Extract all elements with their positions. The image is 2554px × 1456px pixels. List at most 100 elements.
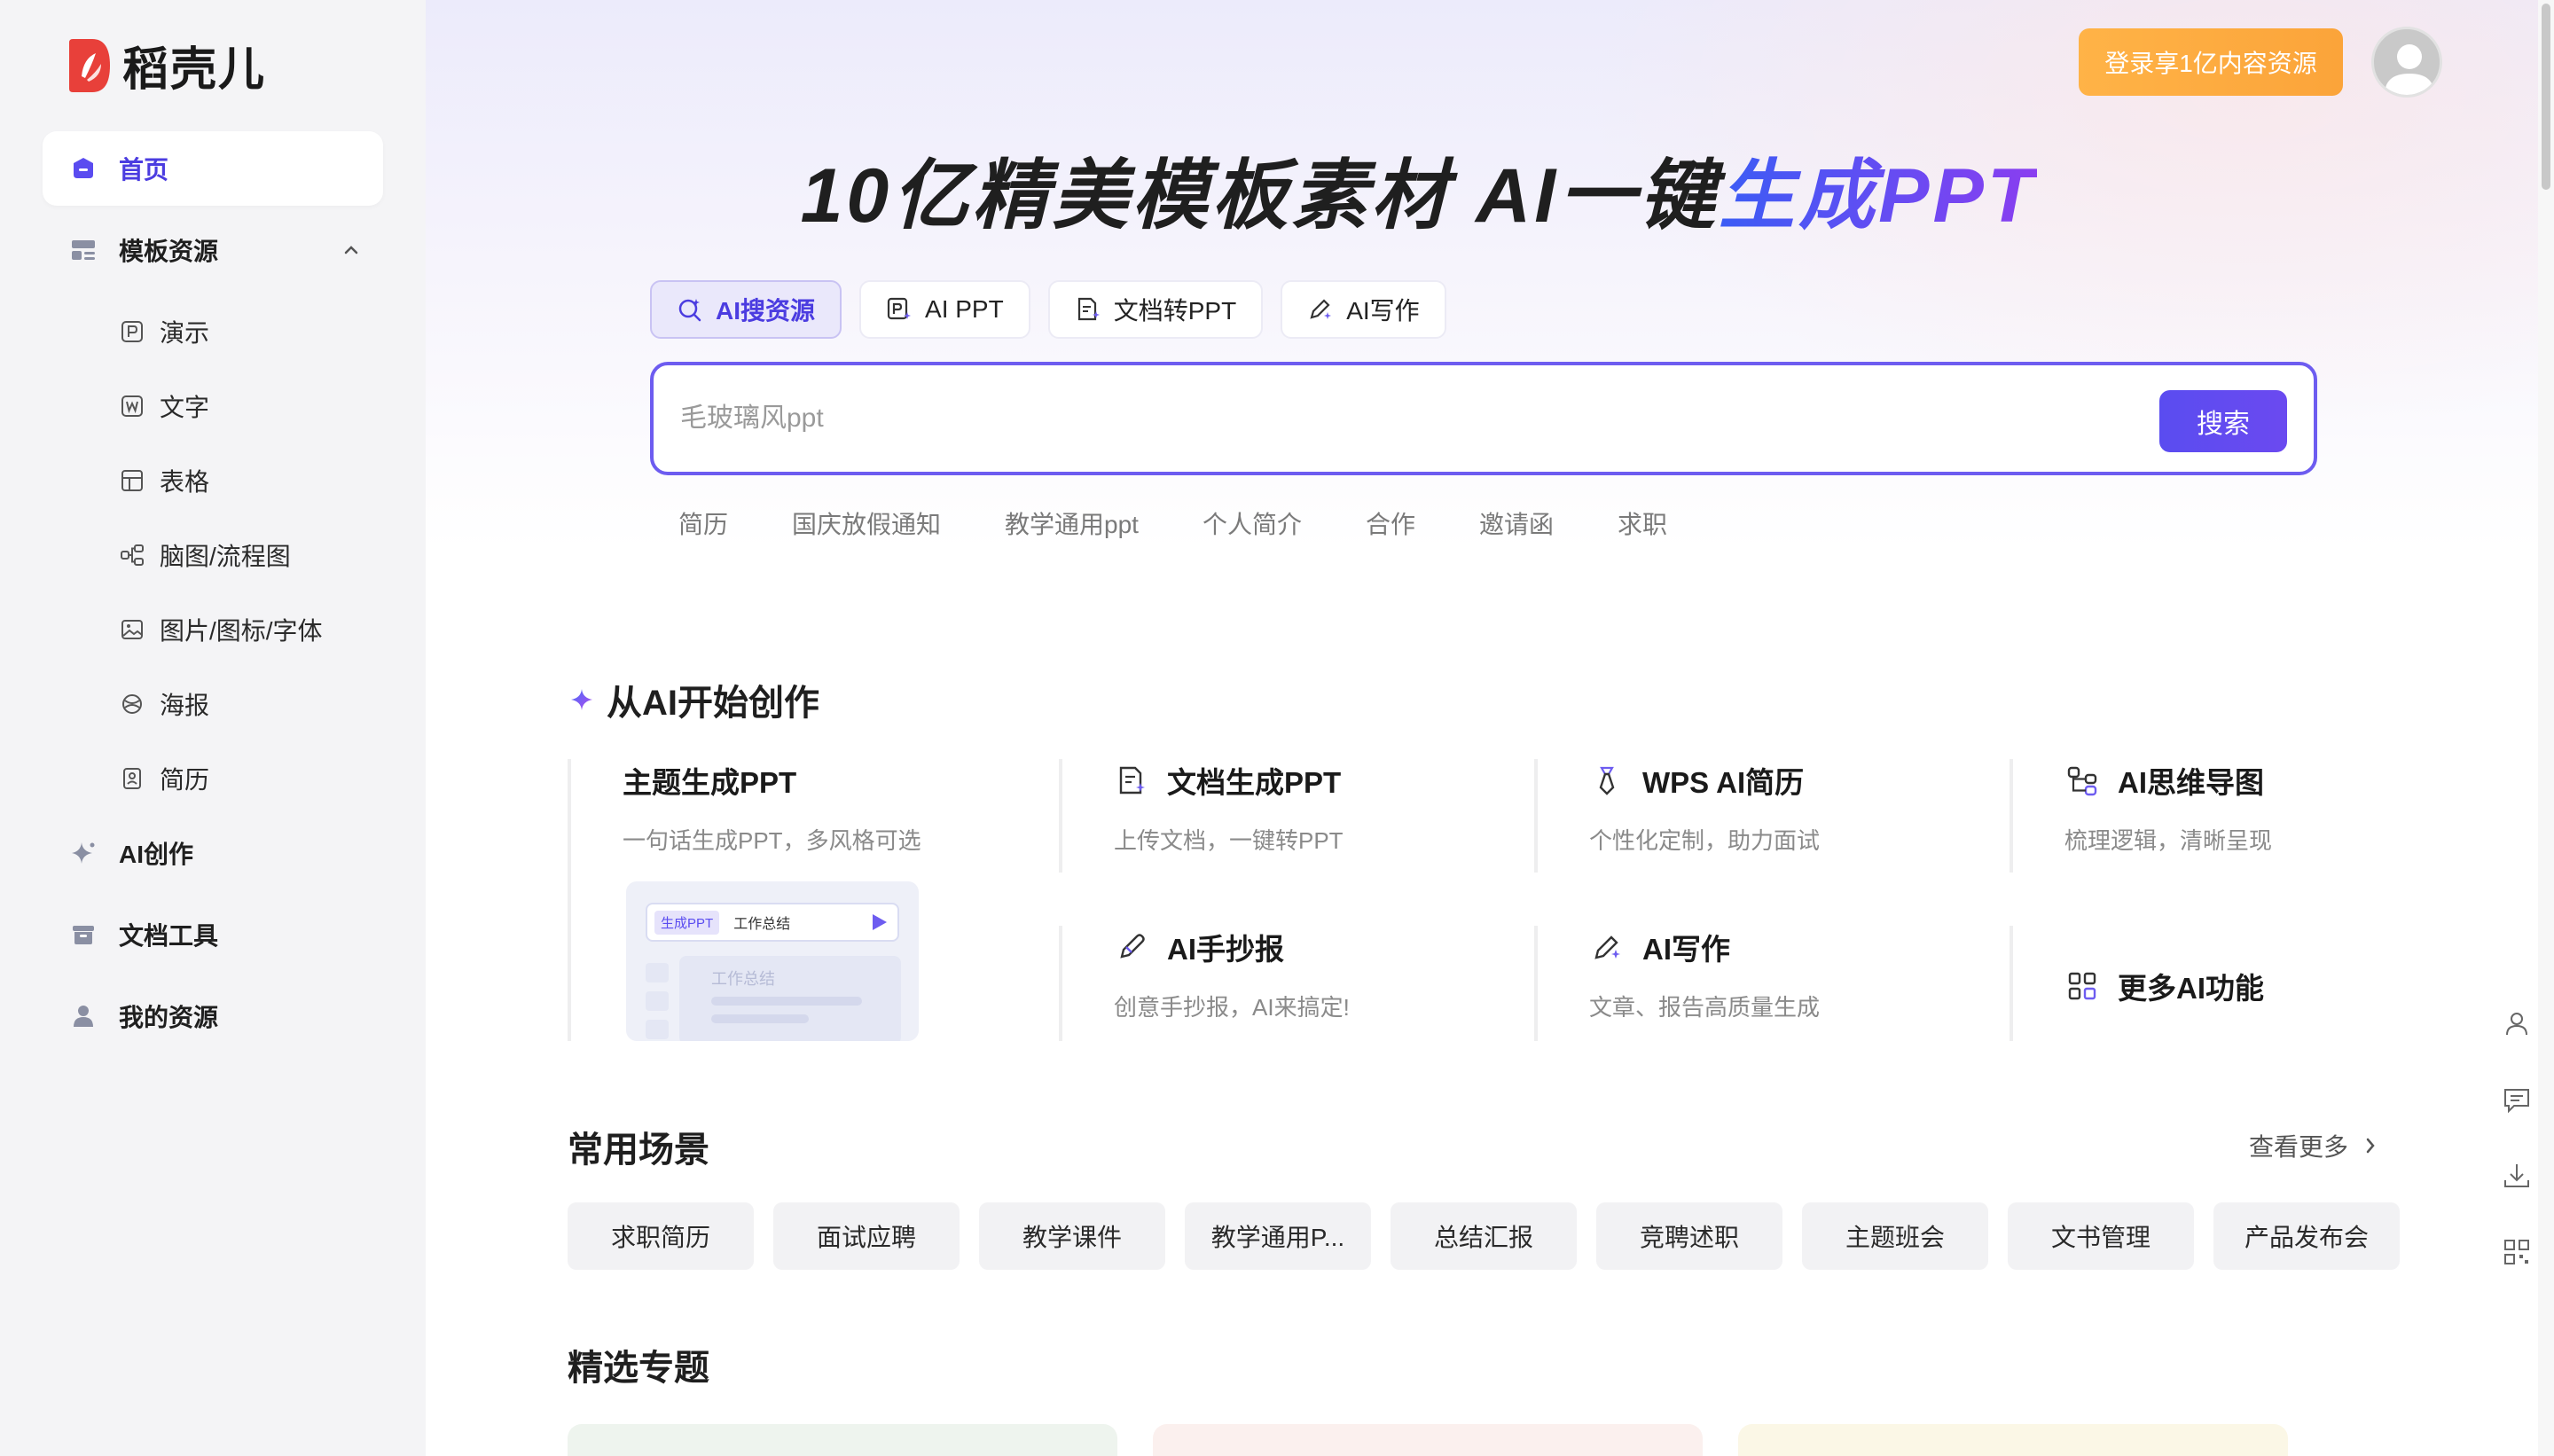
preview-thumb [646,963,669,982]
image-icon [119,616,145,643]
scene-tag[interactable]: 总结汇报 [1391,1202,1577,1270]
tab-ai-ppt[interactable]: AI PPT [859,280,1030,339]
preview-input: 生成PPT 工作总结 [646,903,899,942]
download-icon[interactable] [2494,1153,2540,1199]
view-more-link[interactable]: 查看更多 [2249,1128,2384,1163]
scene-tag[interactable]: 面试应聘 [773,1202,960,1270]
scene-tag[interactable]: 求职简历 [568,1202,754,1270]
feature-title: 更多AI功能 [2118,972,2264,1005]
qrcode-icon[interactable] [2494,1229,2540,1275]
sidebar-item-home[interactable]: 首页 [43,131,383,206]
sidebar-item-label: 模板资源 [119,238,219,265]
tab-label: AI写作 [1346,297,1420,325]
main-content: 登录享1亿内容资源 10亿精美模板素材 AI一键生成PPT AI搜资源 AI P… [426,0,2554,1456]
sidebar-item-label: 我的资源 [119,1004,219,1031]
sidebar-subitem-poster[interactable]: 海报 [43,667,383,741]
topic-card[interactable] [1153,1424,1703,1456]
sidebar-item-my-resources[interactable]: 我的资源 [43,979,383,1053]
logo[interactable]: 稻壳儿 [66,32,266,98]
tie-icon [1589,763,1625,798]
scene-tag[interactable]: 主题班会 [1802,1202,1988,1270]
hot-words: 简历 国庆放假通知 教学通用ppt 个人简介 合作 邀请函 求职 [678,505,1731,541]
chevron-right-icon [2366,1138,2375,1154]
feature-wps-resume[interactable]: WPS AI简历 个性化定制，助力面试 [1534,759,1995,873]
feature-preview: 生成PPT 工作总结 工作总结 [626,881,919,1041]
feature-ai-handwritten-paper[interactable]: AI手抄报 创意手抄报，AI来搞定! [1059,926,1520,1041]
scene-tag[interactable]: 产品发布会 [2213,1202,2400,1270]
scene-tag[interactable]: 文书管理 [2008,1202,2194,1270]
brand-name: 稻壳儿 [122,44,267,96]
template-icon [69,236,98,264]
hot-word[interactable]: 教学通用ppt [1005,505,1139,541]
sidebar-subitem-label: 简历 [160,766,210,794]
scene-tag[interactable]: 竞聘述职 [1596,1202,1782,1270]
sidebar-subitem-label: 演示 [160,319,210,347]
topic-card[interactable] [1738,1424,2288,1456]
sidebar-subitem-mindmap[interactable]: 脑图/流程图 [43,518,383,592]
feature-title: AI写作 [1642,933,1730,966]
search-mode-tabs: AI搜资源 AI PPT 文档转PPT AI写作 [650,280,1464,339]
person-icon[interactable] [2494,1000,2540,1046]
sparkle-icon [571,689,592,710]
sidebar-subitem-image[interactable]: 图片/图标/字体 [43,592,383,667]
sidebar-subitem-word[interactable]: 文字 [43,369,383,443]
sidebar-subitem-sheet[interactable]: 表格 [43,443,383,518]
feature-desc: 文章、报告高质量生成 [1589,994,1821,1021]
hot-word[interactable]: 邀请函 [1479,505,1554,541]
page-scrollbar[interactable] [2538,0,2554,1456]
user-icon [69,1002,98,1030]
feature-desc: 梳理逻辑，清晰呈现 [2064,827,2273,854]
sidebar-subitem-presentation[interactable]: 演示 [43,294,383,369]
hot-word[interactable]: 个人简介 [1203,505,1302,541]
poster-icon [119,691,145,717]
feature-title-row: WPS AI简历 [1589,759,1995,802]
preview-thumb [646,991,669,1011]
feature-title: 主题生成PPT [623,766,797,799]
scene-tag[interactable]: 教学课件 [979,1202,1165,1270]
feature-more-ai[interactable]: 更多AI功能 [2010,926,2453,1041]
feature-desc: 个性化定制，助力面试 [1589,827,1821,854]
search-button[interactable]: 搜索 [2159,390,2287,452]
feature-desc: 一句话生成PPT，多风格可选 [623,827,921,854]
section-title-text: 从AI开始创作 [607,684,819,723]
chevron-up-icon[interactable] [339,238,364,262]
tab-ai-search[interactable]: AI搜资源 [650,280,842,339]
preview-thumb [646,1020,669,1039]
hot-word[interactable]: 求职 [1618,505,1667,541]
feedback-icon[interactable] [2494,1076,2540,1123]
feature-ai-mindmap[interactable]: AI思维导图 梳理逻辑，清晰呈现 [2010,759,2453,873]
sparkle-icon [69,839,98,867]
avatar[interactable] [2371,27,2442,98]
sidebar-item-ai-create[interactable]: AI创作 [43,816,383,890]
login-button[interactable]: 登录享1亿内容资源 [2079,28,2343,96]
sidebar-subitem-resume[interactable]: 简历 [43,741,383,816]
sidebar-subitem-label: 图片/图标/字体 [160,617,323,645]
scenes-title: 常用场景 [568,1131,709,1170]
scene-tag[interactable]: 教学通用P... [1185,1202,1371,1270]
preview-tag: 生成PPT [654,910,720,935]
feature-ai-write[interactable]: AI写作 文章、报告高质量生成 [1534,926,1995,1041]
send-icon [873,914,887,930]
feature-doc-ppt[interactable]: 文档生成PPT 上传文档，一键转PPT [1059,759,1520,873]
mindmap-icon [119,542,145,568]
grid-icon [2064,968,2100,1004]
scrollbar-thumb[interactable] [2542,4,2550,190]
tab-doc-to-ppt[interactable]: 文档转PPT [1047,280,1264,339]
hot-word[interactable]: 合作 [1366,505,1415,541]
feature-desc: 创意手抄报，AI来搞定! [1114,994,1350,1021]
sidebar-item-doc-tools[interactable]: 文档工具 [43,897,383,972]
preview-line [711,1014,809,1023]
hot-word[interactable]: 国庆放假通知 [792,505,941,541]
doc-convert-icon [1075,296,1101,323]
tab-ai-write[interactable]: AI写作 [1281,280,1446,339]
feature-topic-ppt[interactable]: 主题生成PPT 一句话生成PPT，多风格可选 生成PPT 工作总结 工作总结 [568,759,1038,1041]
hot-word[interactable]: 简历 [678,505,728,541]
search-input[interactable] [680,392,2010,445]
ai-section-title: 从AI开始创作 [568,674,819,725]
topic-card[interactable] [568,1424,1117,1456]
tab-label: AI PPT [925,295,1004,323]
sidebar-item-templates[interactable]: 模板资源 [43,213,383,287]
feature-title: AI思维导图 [2118,766,2264,799]
sidebar-nav: 首页 模板资源 演示 文字 表格 脑图/流程图 图片/图标/字体 海报 简历 A… [43,131,383,1061]
hero-title-accent: 生成PPT [1719,153,2038,239]
